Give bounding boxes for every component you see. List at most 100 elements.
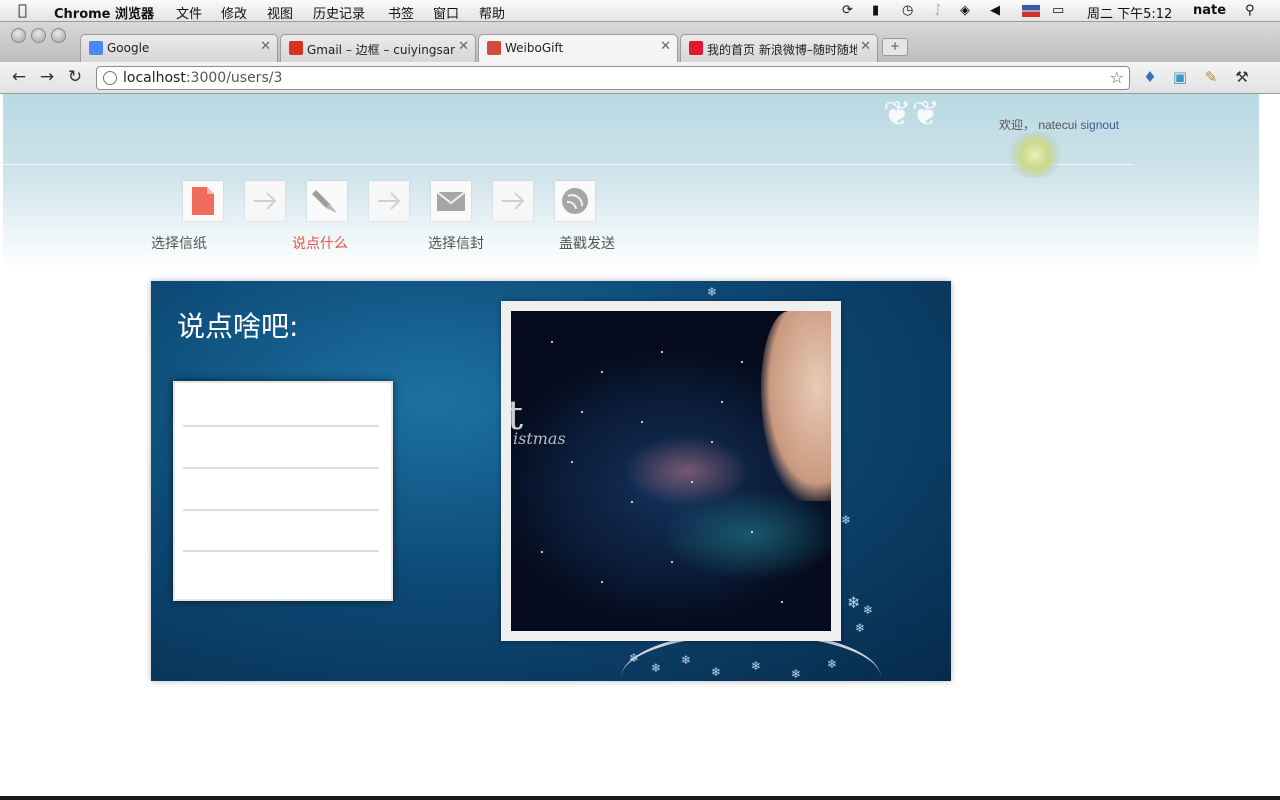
step-label-say-something[interactable]: 说点什么 [292, 233, 348, 253]
snowflake-icon: ❄ [847, 593, 861, 612]
tab-title: Gmail – 边框 – cuiyingsan@gi [307, 43, 455, 57]
tab-strip: Google ✕ Gmail – 边框 – cuiyingsan@gi ✕ We… [0, 22, 1280, 63]
photo-caption-sub: istmas [513, 429, 566, 448]
menu-help[interactable]: 帮助 [479, 3, 505, 22]
star [631, 501, 633, 503]
star [721, 401, 723, 403]
star [551, 341, 553, 343]
extension-book-icon[interactable]: ▣ [1170, 67, 1190, 87]
tab-weibogift[interactable]: WeiboGift ✕ [478, 34, 678, 63]
tab-close-icon[interactable]: ✕ [660, 39, 671, 54]
step-label-stamp-send[interactable]: 盖戳发送 [559, 233, 615, 253]
snowflake-icon: ❄ [651, 661, 662, 675]
message-card: 说点啥吧: ❄ ❄ ❄ ❄ ❄ ❄ ❄ ❄ ❄ ❄ ❄ ❄ t istmas [151, 281, 951, 681]
star [661, 351, 663, 353]
snowflake-icon: ❄ [827, 657, 838, 671]
page-content: ❦❦ 欢迎， natecui signout 选择信纸 说点什么 选择信封 盖戳… [3, 94, 1259, 796]
extension-notes-icon[interactable]: ✎ [1201, 67, 1221, 87]
star [601, 371, 603, 373]
arrow-right-icon [378, 192, 401, 210]
menu-window[interactable]: 窗口 [433, 3, 459, 22]
weibo-favicon-icon [689, 41, 703, 55]
snowflake-icon: ❄ [841, 513, 852, 527]
user-menu[interactable]: nate [1193, 3, 1226, 18]
step-label-choose-envelope[interactable]: 选择信封 [428, 233, 484, 253]
star [571, 461, 573, 463]
volume-icon[interactable]: ◀ [990, 3, 1000, 18]
pen-icon [312, 190, 337, 213]
snowflake-icon: ❄ [707, 285, 718, 299]
tab-title: 我的首页 新浪微博–随时随地分 [707, 43, 857, 57]
tab-weibo[interactable]: 我的首页 新浪微博–随时随地分 ✕ [680, 34, 878, 62]
url-path: :3000/users/3 [185, 70, 283, 86]
star [781, 601, 783, 603]
window-minimize-button[interactable] [31, 28, 46, 43]
reload-button[interactable]: ↻ [65, 67, 85, 87]
step-label-choose-paper[interactable]: 选择信纸 [151, 233, 207, 253]
new-tab-button[interactable]: + [882, 38, 908, 56]
window-zoom-button[interactable] [51, 28, 66, 43]
browser-toolbar: ← → ↻ localhost:3000/users/3 ☆ ♦ ▣ ✎ ⚒ [0, 62, 1280, 94]
menubar-clock[interactable]: 周二 下午5:12 [1087, 3, 1172, 22]
snowflake-icon: ❄ [791, 667, 802, 681]
input-source-flag-icon[interactable] [1022, 5, 1040, 17]
extension-icon[interactable]: ♦ [1140, 67, 1160, 87]
arrow-right-icon [254, 192, 277, 210]
app-menu[interactable]: Chrome 浏览器 [54, 3, 154, 22]
battery-icon[interactable]: ▭ [1052, 3, 1064, 18]
star [711, 441, 713, 443]
url-host: localhost [123, 70, 186, 86]
tab-google[interactable]: Google ✕ [80, 34, 278, 62]
back-button[interactable]: ← [9, 67, 29, 87]
url-text[interactable]: localhost:3000/users/3 [123, 70, 282, 86]
tab-gmail[interactable]: Gmail – 边框 – cuiyingsan@gi ✕ [280, 34, 476, 62]
banner-divider [3, 164, 1133, 165]
battery-menu-icon[interactable]: ▮ [872, 3, 879, 18]
snowflake-icon: ❄ [681, 653, 692, 667]
wifi-icon[interactable]: ◈ [960, 3, 970, 18]
note-line [183, 550, 379, 552]
menu-bookmarks[interactable]: 书签 [388, 3, 414, 22]
note-line [183, 425, 379, 427]
selected-paper-preview[interactable]: t istmas [501, 301, 841, 641]
snowflake-icon: ❄ [751, 659, 762, 673]
menu-file[interactable]: 文件 [176, 3, 202, 22]
tab-close-icon[interactable]: ✕ [458, 39, 469, 54]
window-close-button[interactable] [11, 28, 26, 43]
forward-button[interactable]: → [37, 67, 57, 87]
signout-link[interactable]: signout [1080, 118, 1119, 132]
google-favicon-icon [89, 41, 103, 55]
menu-edit[interactable]: 修改 [221, 3, 247, 22]
time-machine-icon[interactable]: ◷ [902, 3, 913, 18]
card-title: 说点啥吧: [177, 310, 299, 343]
stamp-icon [562, 188, 588, 214]
spotlight-icon[interactable]: ⚲ [1245, 3, 1255, 18]
menu-history[interactable]: 历史记录 [313, 3, 365, 22]
apple-icon[interactable]:  [18, 1, 27, 19]
tab-close-icon[interactable]: ✕ [860, 39, 871, 54]
galaxy-image: t istmas [511, 311, 831, 631]
sync-icon[interactable]: ⟳ [842, 3, 853, 18]
message-textarea[interactable] [173, 381, 393, 601]
star [581, 411, 583, 413]
step-choose-envelope[interactable] [431, 181, 471, 221]
step-arrow-1 [245, 181, 285, 221]
camera-decoration [1003, 132, 1067, 178]
tab-close-icon[interactable]: ✕ [260, 39, 271, 54]
doves-decoration: ❦❦ [883, 94, 940, 134]
star [641, 421, 643, 423]
step-say-something[interactable] [307, 181, 347, 221]
star [741, 361, 743, 363]
document-icon [192, 187, 214, 215]
bookmark-star-icon[interactable]: ☆ [1110, 68, 1124, 87]
bluetooth-icon[interactable]: ᛇ [934, 3, 942, 18]
step-stamp-send[interactable] [555, 181, 595, 221]
menu-view[interactable]: 视图 [267, 3, 293, 22]
wrench-menu-icon[interactable]: ⚒ [1232, 67, 1252, 87]
address-bar[interactable]: localhost:3000/users/3 ☆ [96, 66, 1130, 90]
step-arrow-3 [493, 181, 533, 221]
snowflake-icon: ❄ [711, 665, 722, 679]
note-line [183, 467, 379, 469]
step-choose-paper[interactable] [183, 181, 223, 221]
gmail-favicon-icon [289, 41, 303, 55]
